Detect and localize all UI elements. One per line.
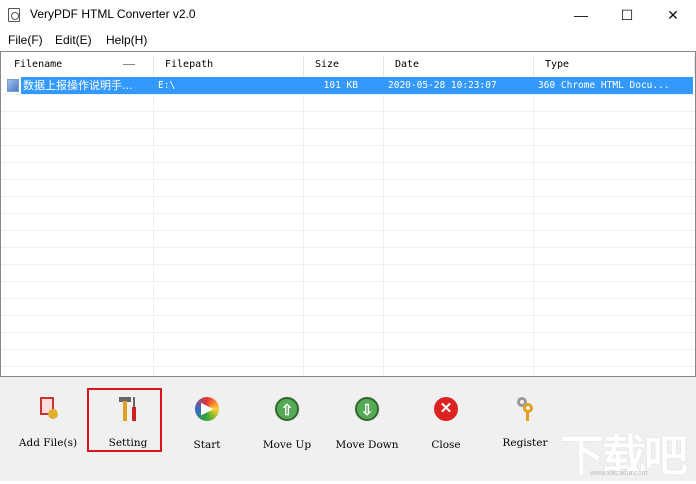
column-header-type[interactable]: Type: [534, 56, 695, 74]
menu-help[interactable]: Help(H): [106, 33, 147, 47]
maximize-button[interactable]: ☐: [604, 0, 650, 30]
grid-line: [1, 332, 695, 333]
menu-file[interactable]: File(F): [8, 33, 43, 47]
cell-filename: 数据上报操作说明手...: [23, 79, 133, 92]
grid-line: [1, 162, 695, 163]
column-header-filename[interactable]: Filename: [3, 56, 154, 74]
close-button[interactable]: ✕ Close: [406, 395, 486, 451]
move-up-button[interactable]: ⇧ Move Up: [247, 395, 327, 451]
column-header-filepath[interactable]: Filepath: [154, 56, 304, 74]
grid-line: [1, 145, 695, 146]
grid-line: [1, 315, 695, 316]
grid-line: [1, 196, 695, 197]
start-button[interactable]: ▶ Start: [167, 395, 247, 451]
register-button[interactable]: Register: [485, 395, 565, 449]
cell-filepath: E:\: [158, 80, 176, 91]
keys-icon: [511, 395, 539, 423]
app-icon: [8, 8, 20, 22]
file-list[interactable]: Filename Filepath Size Date Type 数据上报操作说…: [0, 51, 696, 377]
grid-line: [1, 230, 695, 231]
grid-line: [1, 298, 695, 299]
grid-line: [1, 128, 695, 129]
arrow-up-icon: ⇧: [273, 397, 301, 425]
move-down-button[interactable]: ⇩ Move Down: [327, 395, 407, 451]
add-files-button[interactable]: Add File(s): [8, 395, 88, 449]
grid-line: [1, 179, 695, 180]
cell-size: 101 KB: [323, 80, 358, 91]
grid-line: [1, 264, 695, 265]
grid-line: [1, 213, 695, 214]
title-bar: VeryPDF HTML Converter v2.0 — ☐ ✕: [0, 0, 696, 30]
grid-line: [1, 366, 695, 367]
setting-highlight-box: [87, 388, 162, 452]
start-icon: ▶: [193, 397, 221, 425]
sort-indicator-icon: [123, 64, 135, 65]
arrow-down-icon: ⇩: [353, 397, 381, 425]
close-x-icon: ✕: [432, 397, 460, 425]
watermark-url: www.xiazaiba.com: [590, 470, 648, 477]
column-header-size[interactable]: Size: [304, 56, 384, 74]
cell-date: 2020-05-28 10:23:07: [388, 80, 497, 91]
html-file-icon: [7, 79, 19, 92]
grid-line: [1, 281, 695, 282]
window-title: VeryPDF HTML Converter v2.0: [30, 7, 196, 21]
grid-line: [1, 349, 695, 350]
menu-edit[interactable]: Edit(E): [55, 33, 92, 47]
menu-bar: File(F) Edit(E) Help(H): [0, 30, 696, 50]
cell-type: 360 Chrome HTML Docu...: [538, 80, 670, 91]
column-header-date[interactable]: Date: [384, 56, 534, 74]
add-file-icon: [34, 395, 62, 423]
close-window-button[interactable]: ✕: [650, 0, 696, 30]
minimize-button[interactable]: —: [558, 0, 604, 30]
grid-line: [1, 111, 695, 112]
grid-line: [1, 247, 695, 248]
grid-line: [1, 94, 695, 95]
